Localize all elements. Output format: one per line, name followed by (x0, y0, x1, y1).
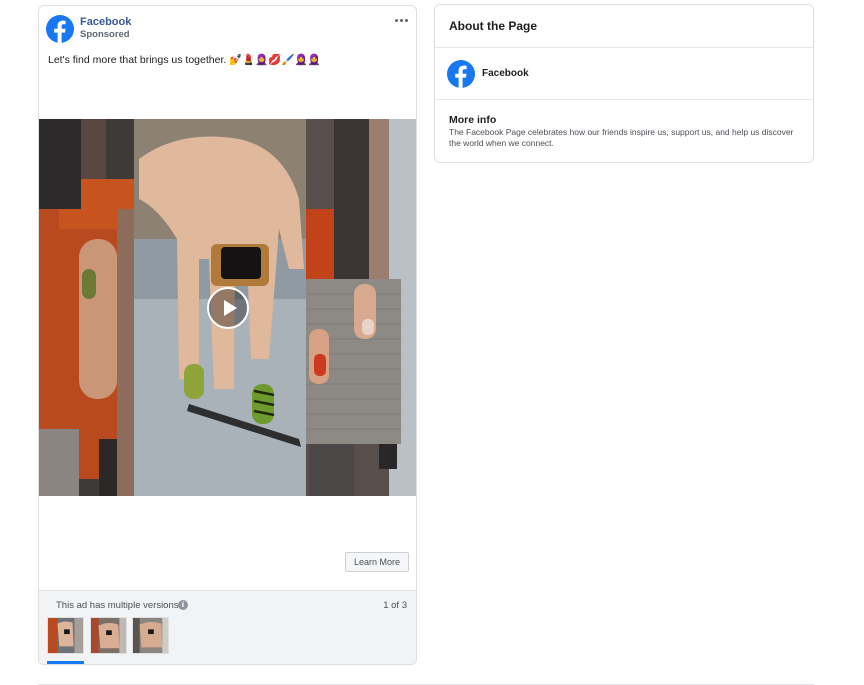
about-page-card: About the Page Facebook More info The Fa… (434, 4, 814, 163)
version-counter: 1 of 3 (383, 600, 407, 611)
dot (394, 18, 398, 22)
dot (399, 18, 403, 22)
dot (404, 18, 408, 22)
advertiser-name-link[interactable]: Facebook (80, 16, 131, 28)
divider (435, 99, 813, 100)
play-icon (223, 300, 237, 316)
learn-more-button[interactable]: Learn More (345, 552, 409, 572)
facebook-logo-icon[interactable] (46, 15, 74, 43)
more-info-description: The Facebook Page celebrates how our fri… (449, 127, 794, 148)
about-page-name-link[interactable]: Facebook (482, 68, 529, 79)
multiple-versions-text: This ad has multiple versions. (56, 600, 182, 611)
version-thumbnail-2[interactable] (90, 617, 127, 654)
ad-body-text: Let's find more that brings us together.… (48, 54, 321, 66)
selected-version-indicator (47, 661, 84, 664)
sponsored-label: Sponsored (80, 29, 130, 40)
about-page-title: About the Page (449, 19, 538, 33)
more-info-title: More info (449, 114, 497, 126)
divider (435, 47, 813, 48)
version-thumbnail-3[interactable] (132, 617, 169, 654)
ad-video[interactable] (39, 119, 416, 496)
info-icon[interactable]: i (178, 600, 188, 610)
version-thumbnail-1[interactable] (47, 617, 84, 654)
ad-versions-panel: This ad has multiple versions. i 1 of 3 (39, 590, 416, 664)
play-button[interactable] (207, 287, 249, 329)
facebook-logo-icon[interactable] (447, 60, 475, 88)
ad-header: Facebook Sponsored (39, 6, 416, 48)
ad-card: Facebook Sponsored Let's find more that … (38, 5, 417, 665)
more-horizontal-icon[interactable] (393, 15, 409, 25)
